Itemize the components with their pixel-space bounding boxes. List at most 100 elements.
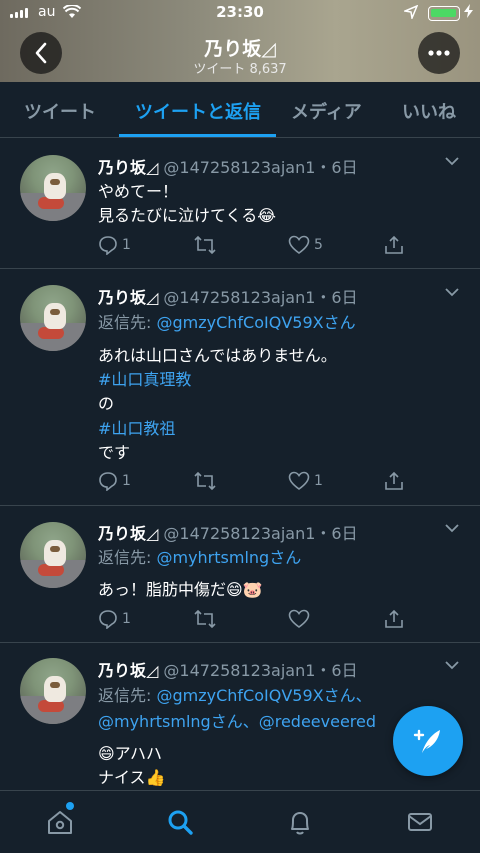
more-button[interactable]	[418, 32, 460, 74]
nav-search[interactable]	[165, 807, 195, 837]
reply-count: 1	[122, 611, 131, 627]
page-title: 乃り坂◿	[204, 38, 276, 60]
like-button[interactable]	[288, 609, 314, 629]
reply-context: 返信先: @myhrtsmlngさん	[98, 544, 301, 568]
tweet-text: ナイス👍	[98, 768, 166, 787]
tweet-count: ツイート 8,637	[193, 62, 287, 77]
reply-to-link[interactable]: @myhrtsmlngさん、@redeeveered	[98, 708, 376, 732]
tweet[interactable]: 乃り坂◿ @147258123ajan1・6日 返信先: @gmzyChfCoI…	[0, 269, 480, 506]
tweet[interactable]: 乃り坂◿ @147258123ajan1・6日 返信先: @myhrtsmlng…	[0, 506, 480, 643]
reply-icon	[99, 610, 117, 629]
share-icon	[385, 471, 403, 490]
battery-icon	[428, 6, 460, 21]
tweet-header: 乃り坂◿ @147258123ajan1・6日	[98, 520, 358, 544]
chevron-down-icon	[445, 288, 459, 297]
author-handle-time: @147258123ajan1・6日	[163, 661, 358, 680]
avatar[interactable]	[20, 658, 86, 724]
retweet-button[interactable]	[193, 235, 221, 255]
tweet[interactable]: 乃り坂◿ @147258123ajan1・6日 やめてー！ 見るたびに泣けてくる…	[0, 138, 480, 269]
chevron-down-icon	[445, 157, 459, 166]
hashtag-link[interactable]: #山口教祖	[98, 415, 175, 439]
reply-button[interactable]: 1	[98, 609, 131, 629]
tweet-menu-button[interactable]	[444, 156, 460, 166]
tab-likes[interactable]: いいね	[402, 98, 456, 124]
tweet-actions: 1	[98, 609, 418, 633]
more-horizontal-icon	[428, 50, 450, 56]
retweet-icon	[194, 235, 216, 255]
heart-icon	[288, 471, 310, 490]
author-name: 乃り坂◿	[98, 661, 159, 680]
reply-button[interactable]: 1	[98, 471, 131, 491]
chevron-down-icon	[445, 661, 459, 670]
reply-to-link[interactable]: @myhrtsmlngさん	[156, 548, 301, 567]
author-name: 乃り坂◿	[98, 158, 159, 177]
reply-count: 1	[122, 473, 131, 489]
author-name: 乃り坂◿	[98, 288, 159, 307]
mail-icon	[408, 813, 432, 831]
retweet-icon	[194, 471, 216, 491]
tweet-actions: 1 1	[98, 471, 418, 495]
reply-count: 1	[122, 237, 131, 253]
reply-icon	[99, 472, 117, 491]
tweet-actions: 1 5	[98, 235, 418, 259]
tweet-text: 😄アハハ	[98, 744, 163, 763]
retweet-button[interactable]	[193, 471, 221, 491]
like-count: 1	[314, 473, 323, 489]
compose-tweet-button[interactable]	[393, 706, 463, 776]
new-tweets-indicator	[66, 802, 74, 810]
reply-prefix: 返信先:	[98, 313, 157, 332]
avatar[interactable]	[20, 522, 86, 588]
tweet-text: です	[98, 443, 131, 462]
tab-tweets-and-replies[interactable]: ツイートと返信	[135, 98, 261, 124]
author-handle-time: @147258123ajan1・6日	[163, 158, 358, 177]
like-button[interactable]: 5	[288, 235, 323, 255]
profile-header: au 23:30 乃り坂◿ ツイート 8,637	[0, 0, 480, 82]
reply-context: 返信先: @gmzyChfCoIQV59Xさん、	[98, 682, 372, 706]
share-button[interactable]	[384, 471, 404, 491]
search-icon	[168, 810, 193, 835]
tweet-menu-button[interactable]	[444, 523, 460, 533]
profile-tabs: ツイート ツイートと返信 メディア いいね	[0, 82, 480, 138]
tab-media[interactable]: メディア	[291, 98, 362, 124]
bottom-navigation	[0, 790, 480, 853]
tweet-menu-button[interactable]	[444, 287, 460, 297]
retweet-button[interactable]	[193, 609, 221, 629]
avatar[interactable]	[20, 285, 86, 351]
tweet-menu-button[interactable]	[444, 660, 460, 670]
like-button[interactable]: 1	[288, 471, 323, 491]
home-icon	[48, 811, 72, 834]
reply-context: 返信先: @gmzyChfCoIQV59Xさん	[98, 309, 356, 333]
like-count: 5	[314, 237, 323, 253]
nav-messages[interactable]	[405, 807, 435, 837]
tweet-text: あっ！脂肪中傷だ😄🐷	[98, 580, 263, 599]
status-bar: au 23:30	[0, 0, 480, 26]
share-icon	[385, 235, 403, 254]
tweet-header: 乃り坂◿ @147258123ajan1・6日	[98, 657, 358, 681]
nav-notifications[interactable]	[285, 807, 315, 837]
tweet-header: 乃り坂◿ @147258123ajan1・6日	[98, 284, 358, 308]
tab-tweets[interactable]: ツイート	[24, 98, 96, 124]
tweet-header: 乃り坂◿ @147258123ajan1・6日	[98, 154, 358, 178]
retweet-icon	[194, 609, 216, 629]
tweet-text: 見るたびに泣けてくる😂	[98, 206, 276, 225]
heart-icon	[288, 609, 310, 628]
reply-button[interactable]: 1	[98, 235, 131, 255]
share-button[interactable]	[384, 609, 404, 629]
reply-icon	[99, 236, 117, 255]
chevron-down-icon	[445, 524, 459, 533]
tweet-text: の	[98, 394, 115, 413]
avatar[interactable]	[20, 155, 86, 221]
share-icon	[385, 609, 403, 628]
author-handle-time: @147258123ajan1・6日	[163, 524, 358, 543]
reply-to-link[interactable]: @gmzyChfCoIQV59Xさん、	[156, 686, 371, 705]
share-button[interactable]	[384, 235, 404, 255]
heart-icon	[288, 235, 310, 254]
nav-home[interactable]	[45, 807, 75, 837]
author-name: 乃り坂◿	[98, 524, 159, 543]
active-tab-indicator	[119, 134, 276, 137]
hashtag-link[interactable]: #山口真理教	[98, 366, 191, 390]
reply-to-link[interactable]: @gmzyChfCoIQV59Xさん	[156, 313, 355, 332]
tweet-text: やめてー！	[98, 182, 179, 201]
location-arrow-icon	[402, 4, 419, 23]
reply-prefix: 返信先:	[98, 686, 157, 705]
